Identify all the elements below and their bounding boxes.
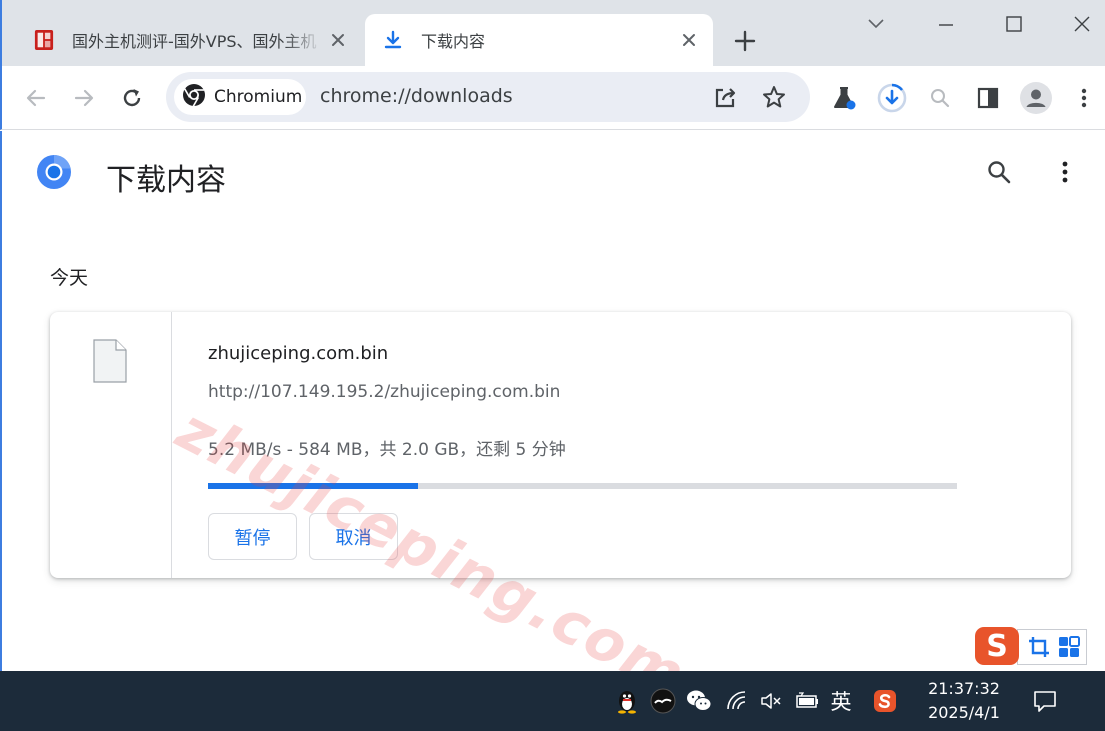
cancel-button[interactable]: 取消 [309, 513, 398, 560]
minimize-icon[interactable] [934, 12, 958, 36]
site-logo-icon [34, 30, 54, 50]
card-divider [171, 312, 172, 578]
sogou-ime-logo[interactable]: S [975, 627, 1019, 665]
downloads-page: 下载内容 今天 zhujiceping.com.bin http://107.1… [0, 131, 1105, 710]
zoom-search-icon[interactable] [926, 84, 954, 112]
url-text[interactable]: chrome://downloads [320, 85, 513, 107]
search-downloads-icon[interactable] [986, 159, 1012, 189]
download-item-card: zhujiceping.com.bin http://107.149.195.2… [50, 312, 1071, 578]
pause-button[interactable]: 暂停 [208, 513, 297, 560]
back-icon[interactable] [22, 84, 50, 112]
site-info-chip[interactable]: Chromium [174, 79, 306, 115]
chromium-logo-icon [36, 154, 72, 194]
tab-title: 国外主机测评-国外VPS、国外主机 [72, 32, 317, 51]
ime-toolbar-box [1017, 629, 1087, 665]
share-icon[interactable] [712, 83, 740, 111]
download-progress-fill [208, 483, 418, 489]
grid-apps-icon[interactable] [1058, 636, 1080, 662]
wifi-icon[interactable] [724, 688, 750, 714]
cloud-app-icon[interactable] [650, 688, 676, 714]
reload-icon[interactable] [118, 84, 146, 112]
tab-zhujiceping[interactable]: 国外主机测评-国外VPS、国外主机 [18, 14, 362, 66]
toolbar: Chromium chrome://downloads [0, 66, 1105, 130]
volume-muted-icon[interactable] [758, 688, 784, 714]
qq-penguin-icon[interactable] [614, 688, 640, 714]
clock-time: 21:37:32 [928, 679, 1000, 698]
taskbar-clock[interactable]: 21:37:32 2025/4/1 [916, 677, 1012, 725]
download-progress-icon[interactable] [876, 82, 908, 114]
tab-strip: 国外主机测评-国外VPS、国外主机 下载内容 [0, 0, 1105, 66]
tab-search-chevron-icon[interactable] [864, 12, 888, 36]
ime-language-indicator[interactable]: 英 [826, 688, 856, 714]
close-tab-icon[interactable] [679, 30, 699, 50]
omnibox[interactable]: Chromium chrome://downloads [166, 72, 810, 122]
chromium-icon [182, 83, 206, 112]
download-icon [383, 30, 403, 50]
page-title: 下载内容 [106, 163, 226, 198]
battery-charging-icon[interactable] [794, 688, 820, 714]
bookmark-star-icon[interactable] [760, 83, 788, 111]
page-menu-kebab-icon[interactable] [1052, 159, 1078, 189]
new-tab-icon[interactable] [732, 28, 758, 54]
file-icon [93, 339, 127, 383]
close-window-icon[interactable] [1070, 12, 1094, 36]
clock-date: 2025/4/1 [928, 703, 1000, 722]
notification-center-icon[interactable] [1032, 688, 1058, 714]
forward-icon[interactable] [70, 84, 98, 112]
close-tab-icon[interactable] [328, 30, 348, 50]
tab-title: 下载内容 [421, 32, 486, 51]
download-progress-bar [208, 483, 957, 489]
download-status: 5.2 MB/s - 584 MB，共 2.0 GB，还剩 5 分钟 [208, 440, 566, 460]
ime-floating-toolbar: S [975, 627, 1087, 665]
download-filename[interactable]: zhujiceping.com.bin [208, 343, 388, 364]
taskbar: 英 21:37:32 2025/4/1 [0, 671, 1105, 731]
tab-downloads[interactable]: 下载内容 [365, 14, 713, 66]
side-panel-icon[interactable] [974, 84, 1002, 112]
crop-icon[interactable] [1028, 636, 1050, 662]
maximize-icon[interactable] [1002, 12, 1026, 36]
menu-kebab-icon[interactable] [1070, 84, 1098, 112]
date-section-label: 今天 [50, 267, 89, 289]
profile-avatar-icon[interactable] [1020, 82, 1052, 114]
chip-label: Chromium [214, 87, 303, 107]
download-url[interactable]: http://107.149.195.2/zhujiceping.com.bin [208, 382, 560, 402]
wechat-icon[interactable] [686, 688, 712, 714]
labs-flask-icon[interactable] [830, 84, 858, 112]
sogou-tray-icon[interactable] [872, 688, 898, 714]
